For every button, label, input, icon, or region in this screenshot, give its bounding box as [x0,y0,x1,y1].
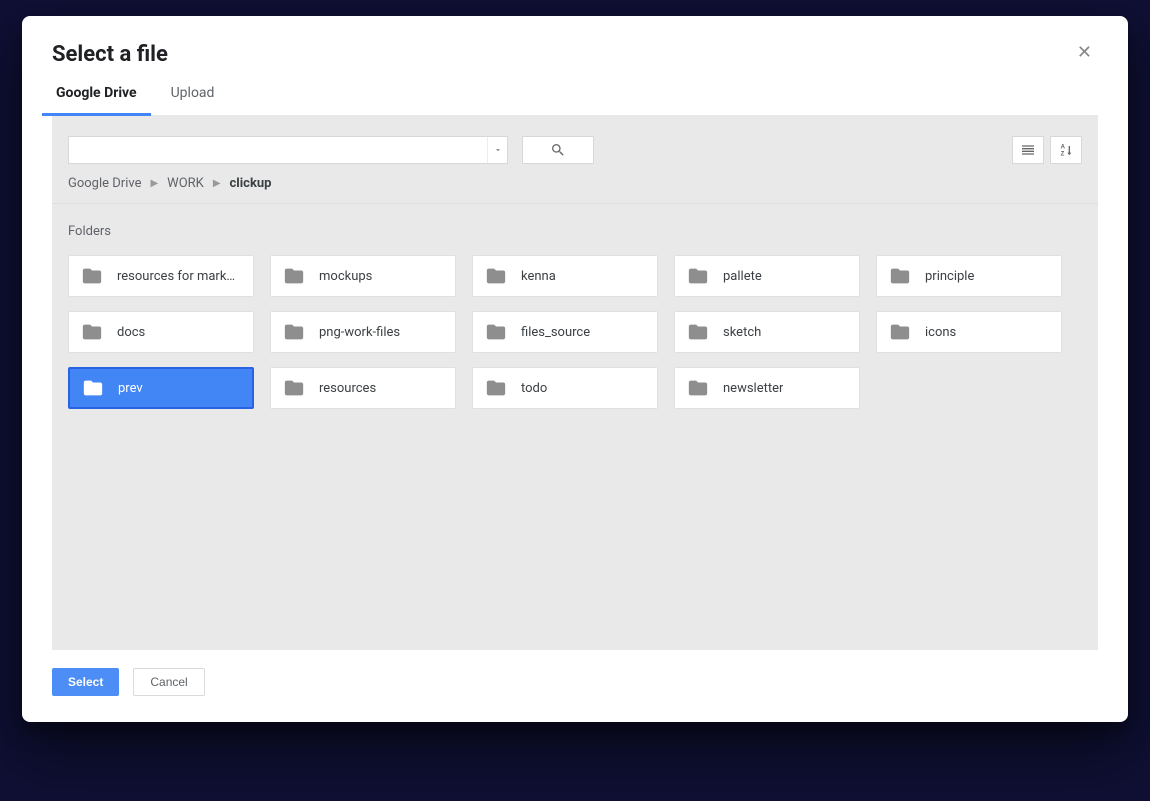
file-picker-modal: ✕ Select a file Google Drive Upload [22,16,1128,722]
folder-icon [889,265,911,287]
folder-icon [485,377,507,399]
folder-icon [81,321,103,343]
folder-item[interactable]: icons [876,311,1062,353]
folder-icon [81,265,103,287]
folder-name: pallete [723,269,762,284]
folder-icon [283,321,305,343]
search-icon [550,142,566,158]
folder-icon [889,321,911,343]
svg-text:A: A [1061,145,1066,151]
breadcrumb-separator: ▶ [150,178,158,189]
sort-button[interactable]: A Z [1050,136,1082,164]
breadcrumb: Google Drive ▶ WORK ▶ clickup [52,176,1098,203]
folder-item[interactable]: pallete [674,255,860,297]
folder-icon [687,377,709,399]
folder-icon [485,265,507,287]
folder-item[interactable]: todo [472,367,658,409]
folder-item[interactable]: mockups [270,255,456,297]
folder-icon [485,321,507,343]
folder-item[interactable]: png-work-files [270,311,456,353]
breadcrumb-item[interactable]: WORK [167,176,204,191]
picker-body: Folders resources for mark… mockups kenna p… [52,203,1098,650]
folder-icon [283,377,305,399]
modal-header: Select a file Google Drive Upload [22,16,1128,116]
tab-google-drive[interactable]: Google Drive [54,85,139,115]
folder-name: sketch [723,325,761,340]
sort-az-icon: A Z [1058,142,1074,158]
modal-title: Select a file [52,42,1098,67]
source-tabs: Google Drive Upload [52,85,1098,116]
breadcrumb-separator: ▶ [213,178,221,189]
folders-section-label: Folders [68,224,1098,239]
folder-icon [283,265,305,287]
folder-item[interactable]: files_source [472,311,658,353]
folder-name: newsletter [723,381,783,396]
breadcrumb-item[interactable]: clickup [230,176,272,191]
folder-name: docs [117,325,145,340]
folder-item[interactable]: principle [876,255,1062,297]
tab-upload[interactable]: Upload [169,85,217,115]
search-input[interactable] [69,137,487,163]
search-box [68,136,508,164]
search-button[interactable] [522,136,594,164]
picker-content: A Z Google Drive ▶ WORK ▶ clickup Folders re… [52,116,1098,650]
folder-item[interactable]: docs [68,311,254,353]
cancel-button[interactable]: Cancel [133,668,204,696]
svg-text:Z: Z [1061,151,1065,157]
folder-item[interactable]: resources [270,367,456,409]
search-dropdown-toggle[interactable] [487,137,507,163]
folder-name: kenna [521,269,556,284]
toolbar: A Z [52,116,1098,176]
folder-name: png-work-files [319,325,400,340]
folder-name: prev [118,381,143,396]
folder-name: files_source [521,325,590,340]
folder-grid: resources for mark… mockups kenna pallete pr… [68,255,1098,409]
folder-icon [687,265,709,287]
modal-footer: Select Cancel [22,650,1128,722]
folder-item[interactable]: newsletter [674,367,860,409]
folder-name: icons [925,325,956,340]
folder-icon [687,321,709,343]
folder-item[interactable]: sketch [674,311,860,353]
folder-item[interactable]: kenna [472,255,658,297]
list-view-icon [1020,142,1036,158]
folder-name: mockups [319,269,372,284]
close-button[interactable]: ✕ [1071,42,1098,62]
folder-name: todo [521,381,547,396]
chevron-down-icon [493,145,503,155]
folder-name: resources for mark… [117,269,235,284]
breadcrumb-item[interactable]: Google Drive [68,176,141,191]
view-list-button[interactable] [1012,136,1044,164]
select-button[interactable]: Select [52,668,119,696]
folder-icon [82,377,104,399]
folder-item[interactable]: prev [68,367,254,409]
folder-item[interactable]: resources for mark… [68,255,254,297]
folder-name: resources [319,381,376,396]
folder-name: principle [925,269,974,284]
